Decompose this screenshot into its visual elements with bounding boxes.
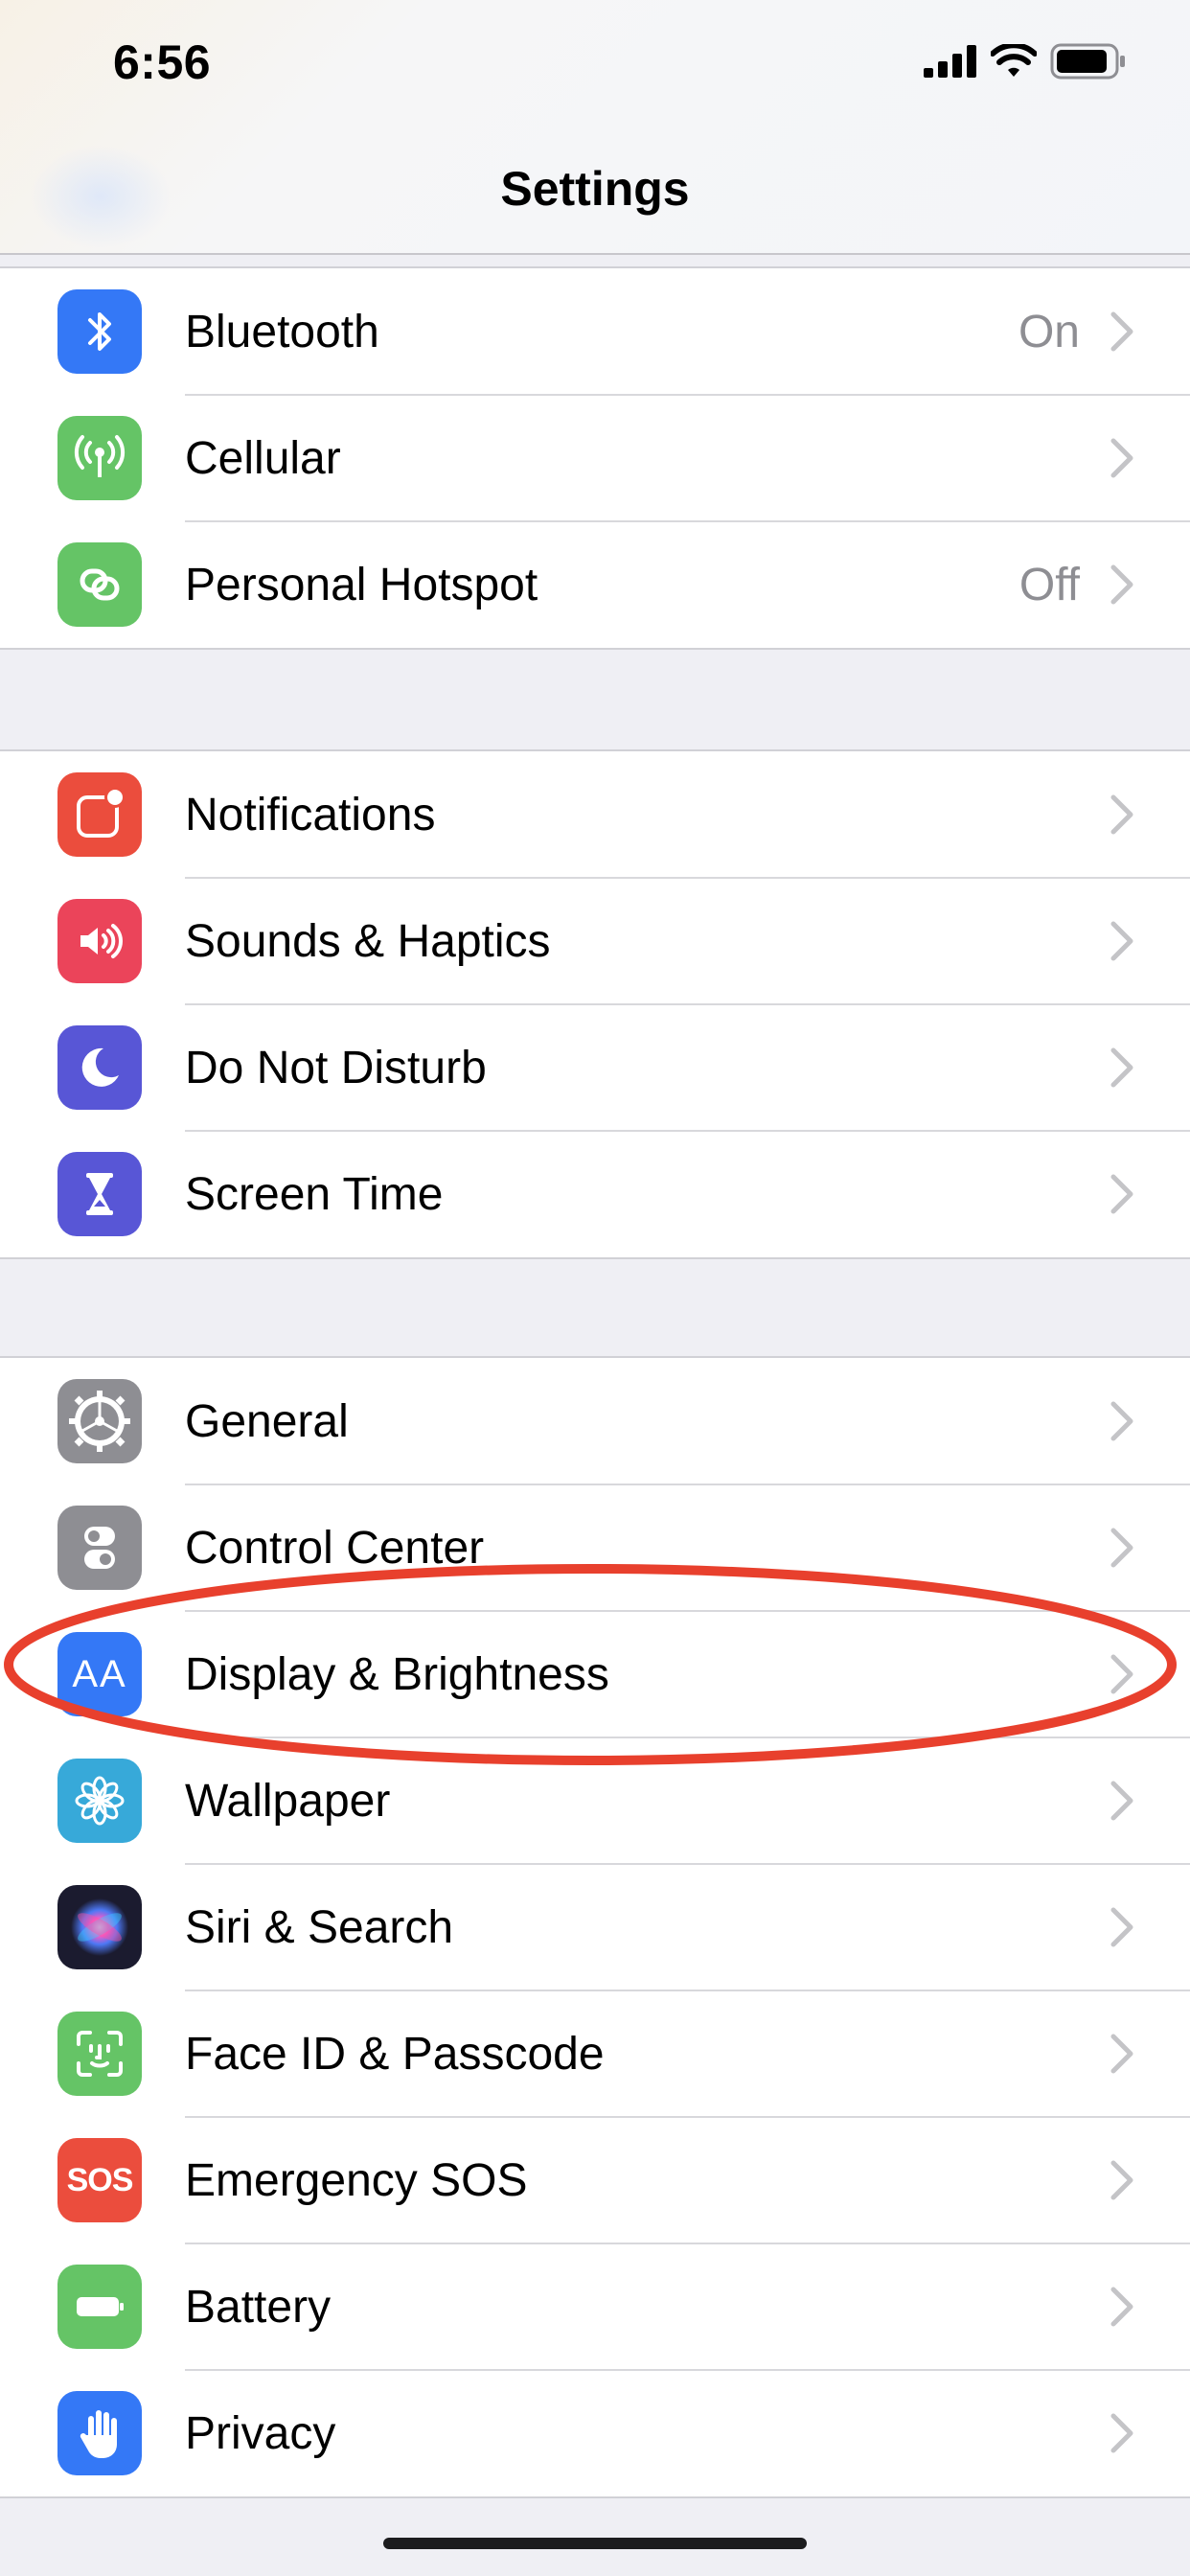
settings-group-device: General Control Center AA Display & Brig…	[0, 1356, 1190, 2498]
row-label: Privacy	[185, 2407, 336, 2459]
row-label: Display & Brightness	[185, 1648, 609, 1700]
status-icons	[924, 42, 1127, 80]
chevron-right-icon	[1110, 1528, 1133, 1568]
wifi-icon	[991, 44, 1037, 77]
row-display-brightness[interactable]: AA Display & Brightness	[0, 1611, 1190, 1738]
chevron-right-icon	[1110, 1781, 1133, 1821]
row-wallpaper[interactable]: Wallpaper	[0, 1737, 1190, 1865]
row-face-id-passcode[interactable]: Face ID & Passcode	[0, 1990, 1190, 2118]
home-indicator[interactable]	[383, 2538, 807, 2549]
navigation-header: 6:56 Settings	[0, 0, 1190, 255]
face-id-icon	[57, 2012, 142, 2096]
row-value: On	[1018, 306, 1080, 357]
toggles-icon	[57, 1506, 142, 1590]
status-time: 6:56	[113, 35, 212, 89]
text-size-icon: AA	[57, 1632, 142, 1716]
bluetooth-icon	[57, 289, 142, 374]
row-label: Face ID & Passcode	[185, 2028, 605, 2080]
moon-icon	[57, 1025, 142, 1110]
signal-icon	[924, 45, 976, 78]
row-personal-hotspot[interactable]: Personal Hotspot Off	[0, 521, 1190, 648]
row-label: Screen Time	[185, 1168, 444, 1220]
row-label: Personal Hotspot	[185, 559, 538, 610]
chevron-right-icon	[1110, 1654, 1133, 1694]
chevron-right-icon	[1110, 794, 1133, 835]
cellular-icon	[57, 416, 142, 500]
settings-group-notifications: Notifications Sounds & Haptics Do Not Di…	[0, 749, 1190, 1259]
row-label: Emergency SOS	[185, 2154, 528, 2206]
row-label: Notifications	[185, 789, 436, 840]
row-label: Battery	[185, 2281, 332, 2333]
row-do-not-disturb[interactable]: Do Not Disturb	[0, 1004, 1190, 1132]
settings-group-connectivity: Bluetooth On Cellular Personal Hotspot O…	[0, 266, 1190, 650]
row-label: Wallpaper	[185, 1775, 391, 1827]
row-general[interactable]: General	[0, 1358, 1190, 1485]
chevron-right-icon	[1110, 311, 1133, 352]
row-label: Cellular	[185, 432, 341, 484]
row-label: Bluetooth	[185, 306, 379, 357]
row-privacy[interactable]: Privacy	[0, 2370, 1190, 2496]
chevron-right-icon	[1110, 2413, 1133, 2453]
battery-icon	[57, 2265, 142, 2349]
row-label: Control Center	[185, 1522, 485, 1574]
icon-text: AA	[72, 1652, 127, 1695]
row-label: Do Not Disturb	[185, 1042, 487, 1093]
siri-icon	[57, 1885, 142, 1969]
flower-icon	[57, 1759, 142, 1843]
gear-icon	[57, 1379, 142, 1463]
row-label: General	[185, 1395, 349, 1447]
chevron-right-icon	[1110, 1401, 1133, 1441]
row-battery[interactable]: Battery	[0, 2243, 1190, 2371]
chevron-right-icon	[1110, 1907, 1133, 1947]
sos-icon: SOS	[57, 2138, 142, 2222]
chevron-right-icon	[1110, 2160, 1133, 2200]
chevron-right-icon	[1110, 921, 1133, 961]
speaker-icon	[57, 899, 142, 983]
hourglass-icon	[57, 1152, 142, 1236]
page-title: Settings	[500, 162, 690, 216]
row-notifications[interactable]: Notifications	[0, 751, 1190, 879]
chevron-right-icon	[1110, 1174, 1133, 1214]
chevron-right-icon	[1110, 2034, 1133, 2074]
chevron-right-icon	[1110, 564, 1133, 605]
row-control-center[interactable]: Control Center	[0, 1484, 1190, 1612]
chevron-right-icon	[1110, 438, 1133, 478]
row-value: Off	[1018, 559, 1080, 610]
row-label: Siri & Search	[185, 1901, 454, 1953]
chevron-right-icon	[1110, 1047, 1133, 1088]
row-bluetooth[interactable]: Bluetooth On	[0, 268, 1190, 396]
row-sounds-haptics[interactable]: Sounds & Haptics	[0, 878, 1190, 1005]
row-label: Sounds & Haptics	[185, 915, 551, 967]
hotspot-icon	[57, 542, 142, 627]
row-screen-time[interactable]: Screen Time	[0, 1131, 1190, 1257]
hand-icon	[57, 2391, 142, 2475]
row-cellular[interactable]: Cellular	[0, 395, 1190, 522]
row-siri-search[interactable]: Siri & Search	[0, 1864, 1190, 1991]
notifications-icon	[57, 772, 142, 857]
row-emergency-sos[interactable]: SOS Emergency SOS	[0, 2117, 1190, 2244]
icon-text: SOS	[66, 2161, 134, 2198]
battery-status-icon	[1050, 43, 1125, 80]
chevron-right-icon	[1110, 2287, 1133, 2327]
